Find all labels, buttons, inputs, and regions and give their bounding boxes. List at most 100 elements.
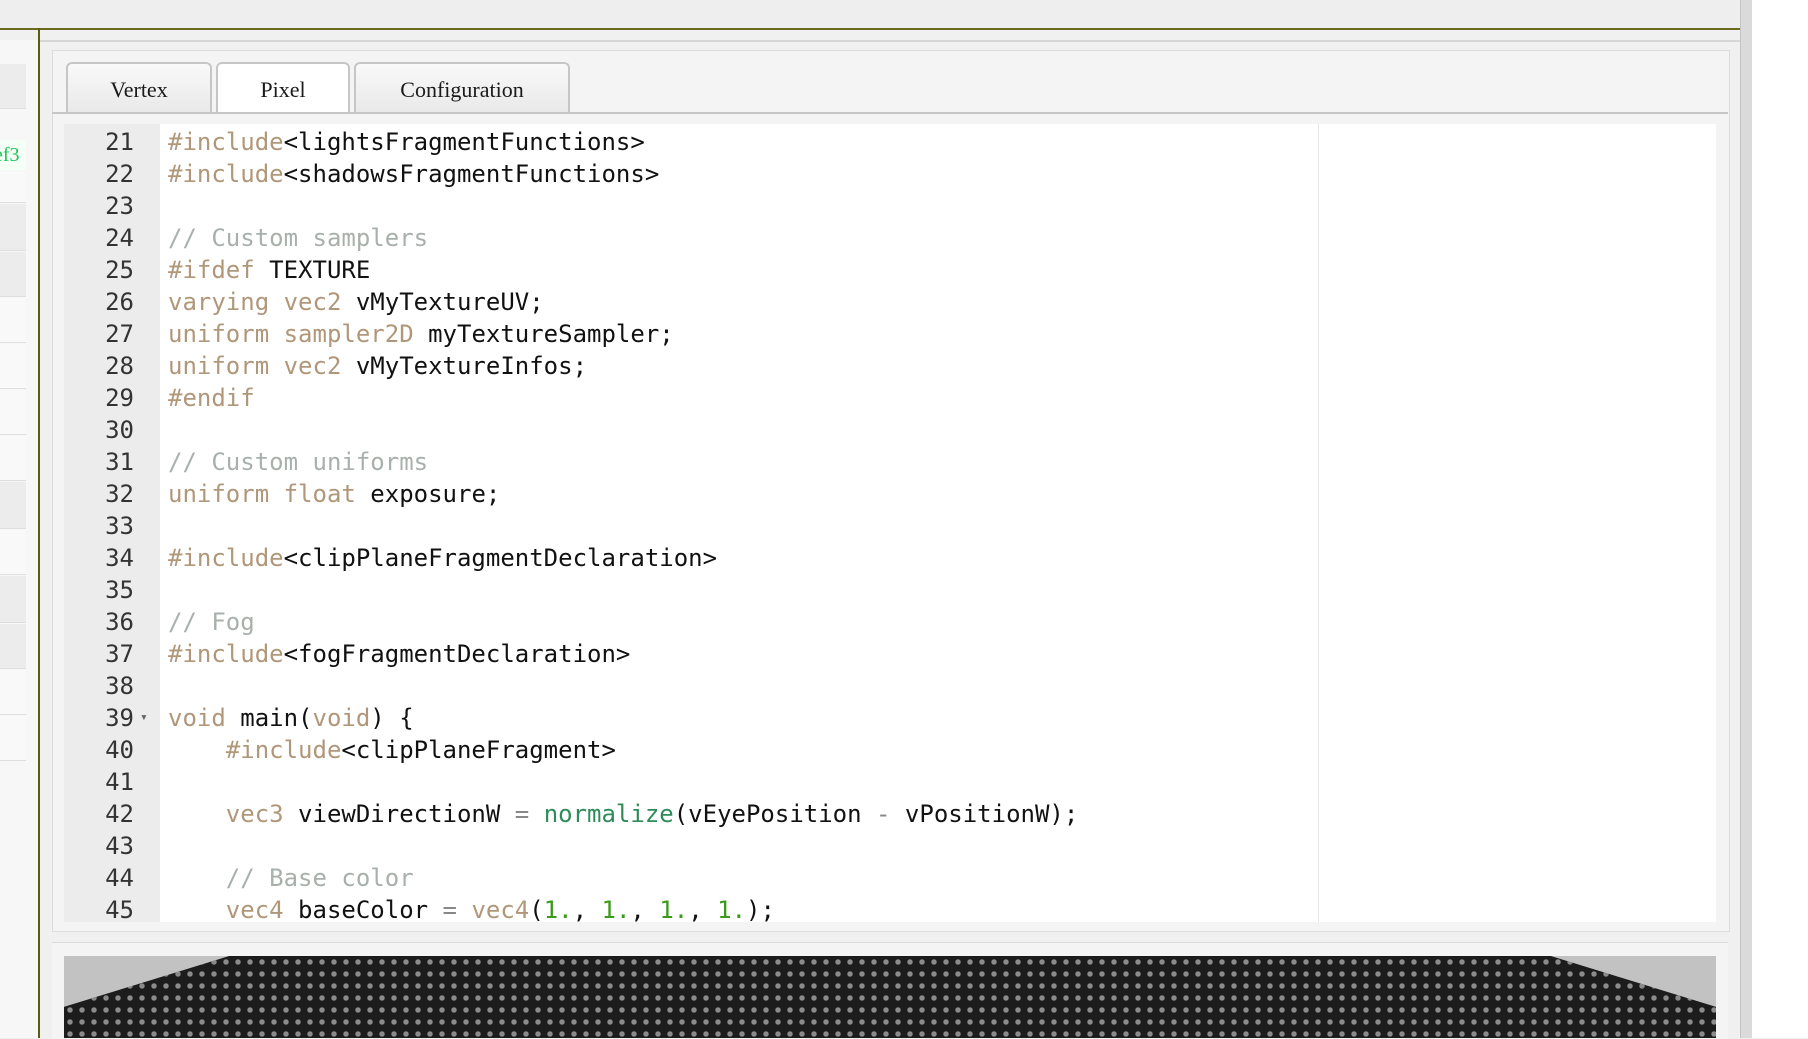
left-row[interactable]	[0, 670, 26, 715]
right-margin	[1752, 0, 1808, 1038]
code-line[interactable]: 27 uniform sampler2D myTextureSampler;	[64, 318, 1704, 350]
code-token: vPositionW);	[890, 800, 1079, 828]
code-token: #include	[168, 160, 284, 188]
code-line[interactable]: 32 uniform float exposure;	[64, 478, 1704, 510]
code-token: );	[746, 896, 775, 922]
code-line[interactable]: 41	[64, 766, 1704, 798]
code-line[interactable]: 25 #ifdef TEXTURE	[64, 254, 1704, 286]
code-token: void	[312, 704, 371, 732]
code-token: void	[168, 704, 226, 732]
code-token: =	[514, 800, 530, 828]
code-text: void main(void) {	[168, 702, 414, 734]
left-row[interactable]	[0, 576, 26, 623]
code-token: -	[876, 800, 891, 828]
code-line[interactable]: 45 vec4 baseColor = vec4(1., 1., 1., 1.)…	[64, 894, 1704, 922]
code-text: #ifdef TEXTURE	[168, 254, 370, 286]
code-token: #include	[168, 640, 284, 668]
left-row[interactable]	[0, 344, 26, 389]
code-line[interactable]: 42 vec3 viewDirectionW = normalize(vEyeP…	[64, 798, 1704, 830]
code-token: normalize	[543, 800, 674, 828]
left-row[interactable]	[0, 204, 26, 251]
code-line[interactable]: 22 #include<shadowsFragmentFunctions>	[64, 158, 1704, 190]
code-token: uniform sampler2D	[168, 320, 414, 348]
code-token: ,	[688, 896, 718, 922]
code-line[interactable]: 28 uniform vec2 vMyTextureInfos;	[64, 350, 1704, 382]
code-token: =	[442, 896, 457, 922]
line-number: 27	[105, 320, 134, 348]
code-text: #endif	[168, 382, 255, 414]
code-editor[interactable]: 21 #include<lightsFragmentFunctions> 22 #in…	[64, 124, 1716, 922]
top-toolbar	[0, 0, 1740, 30]
code-token: ,	[572, 896, 602, 922]
code-token: vec3	[225, 800, 284, 828]
fold-arrow-icon[interactable]: ▾	[140, 702, 148, 734]
code-line[interactable]: 39 ▾ void main(void) {	[64, 702, 1704, 734]
code-line[interactable]: 37 #include<fogFragmentDeclaration>	[64, 638, 1704, 670]
line-number: 42	[105, 800, 134, 828]
left-row[interactable]	[0, 172, 26, 203]
tab-vertex[interactable]: Vertex	[66, 62, 212, 112]
code-line[interactable]: 29 #endif	[64, 382, 1704, 414]
line-number: 28	[105, 352, 134, 380]
line-number: 22	[105, 160, 134, 188]
code-line[interactable]: 31 // Custom uniforms	[64, 446, 1704, 478]
code-text: // Custom samplers	[168, 222, 428, 254]
code-text: // Custom uniforms	[168, 446, 428, 478]
code-line[interactable]: 36 // Fog	[64, 606, 1704, 638]
code-text: // Fog	[168, 606, 255, 638]
code-line[interactable]: 21 #include<lightsFragmentFunctions>	[64, 126, 1704, 158]
code-line[interactable]: 23	[64, 190, 1704, 222]
left-row[interactable]	[0, 530, 26, 575]
left-row[interactable]	[0, 64, 26, 109]
code-line[interactable]: 30	[64, 414, 1704, 446]
left-selected-item[interactable]: ef3	[0, 140, 26, 170]
code-token: (	[529, 896, 544, 922]
code-line[interactable]: 35	[64, 574, 1704, 606]
line-number: 37	[105, 640, 134, 668]
line-number: 34	[105, 544, 134, 572]
code-token: viewDirectionW	[283, 800, 515, 828]
tab-pixel[interactable]: Pixel	[216, 62, 350, 114]
code-token: // Custom uniforms	[168, 448, 429, 476]
line-number: 44	[105, 864, 134, 892]
line-number: 35	[105, 576, 134, 604]
code-token: uniform float	[168, 480, 356, 508]
left-row[interactable]	[0, 390, 26, 435]
code-line[interactable]: 34 #include<clipPlaneFragmentDeclaration>	[64, 542, 1704, 574]
code-line[interactable]: 38	[64, 670, 1704, 702]
code-line[interactable]: 40 #include<clipPlaneFragment>	[64, 734, 1704, 766]
code-lines[interactable]: 21 #include<lightsFragmentFunctions> 22 #in…	[64, 126, 1704, 922]
code-token: #endif	[168, 384, 255, 412]
line-number: 38	[105, 672, 134, 700]
code-token: // Fog	[168, 608, 255, 636]
left-row[interactable]	[0, 252, 26, 297]
code-line[interactable]: 26 varying vec2 vMyTextureUV;	[64, 286, 1704, 318]
code-text: uniform sampler2D myTextureSampler;	[168, 318, 674, 350]
code-token: <lightsFragmentFunctions>	[283, 128, 645, 156]
left-row[interactable]	[0, 482, 26, 529]
tab-configuration[interactable]: Configuration	[354, 62, 570, 112]
code-text: vec3 viewDirectionW = normalize(vEyePosi…	[168, 798, 1079, 830]
left-row[interactable]	[0, 624, 26, 669]
code-token: (vEyePosition	[673, 800, 877, 828]
left-panel: ef3	[0, 40, 38, 1038]
code-line[interactable]: 33	[64, 510, 1704, 542]
left-row[interactable]	[0, 716, 26, 761]
left-row[interactable]	[0, 436, 26, 481]
code-line[interactable]: 44 // Base color	[64, 862, 1704, 894]
code-token: TEXTURE	[254, 256, 371, 284]
3d-preview-viewport[interactable]	[64, 956, 1716, 1038]
line-number: 30	[105, 416, 134, 444]
left-row[interactable]	[0, 298, 26, 343]
code-line[interactable]: 43	[64, 830, 1704, 862]
line-number: 23	[105, 192, 134, 220]
code-line[interactable]: 24 // Custom samplers	[64, 222, 1704, 254]
line-number: 29	[105, 384, 134, 412]
panel-separator[interactable]	[38, 28, 40, 1038]
checker-floor	[64, 956, 1716, 1038]
code-text: uniform vec2 vMyTextureInfos;	[168, 350, 587, 382]
